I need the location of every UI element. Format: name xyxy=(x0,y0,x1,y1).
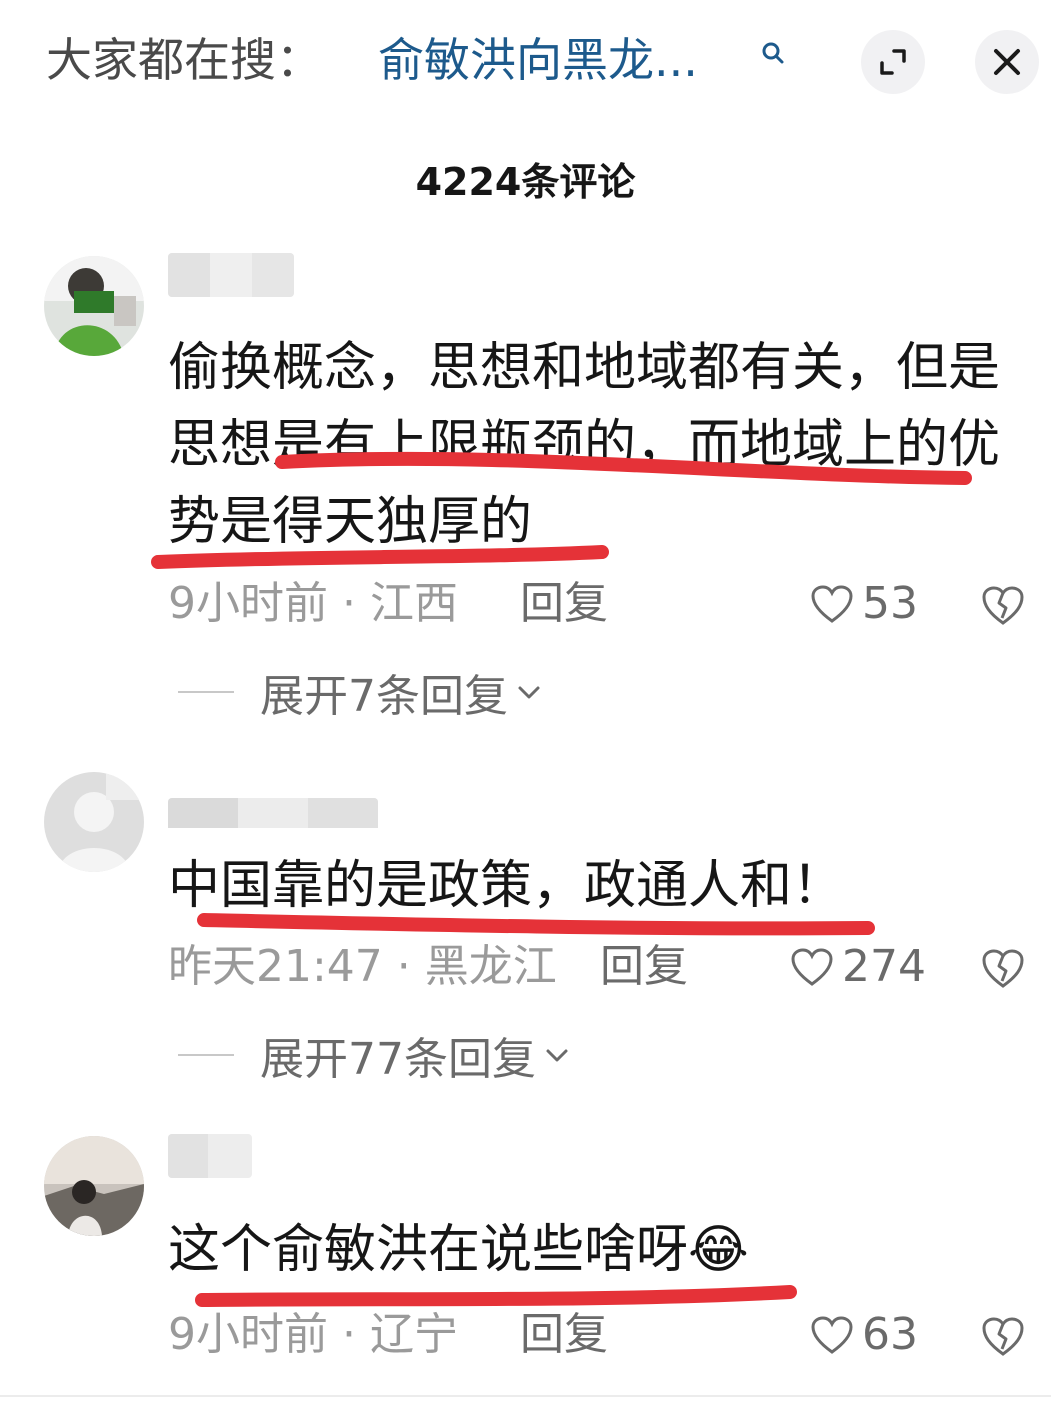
chevron-down-icon xyxy=(518,686,540,699)
reply-button[interactable]: 回复 xyxy=(600,937,688,997)
heart-icon xyxy=(791,948,833,986)
close-button[interactable] xyxy=(975,30,1039,94)
comment-text: 这个俞敏洪在说些啥呀😂 xyxy=(168,1212,1028,1289)
time-location: 9小时前 · 辽宁 xyxy=(168,1309,458,1360)
avatar[interactable] xyxy=(44,772,144,872)
like-count: 63 xyxy=(862,1309,918,1360)
broken-heart-icon[interactable] xyxy=(980,582,1026,628)
comment-text-content: 这个俞敏洪在说些啥呀 xyxy=(168,1220,689,1280)
expand-replies-button[interactable]: 展开7条回复 xyxy=(178,662,542,722)
reply-button[interactable]: 回复 xyxy=(520,1305,608,1365)
comment-text: 偷换概念，思想和地域都有关，但是思想是有上限瓶颈的，而地域上的优势是得天独厚的 xyxy=(168,338,1001,552)
expand-replies-button[interactable]: 展开77条回复 xyxy=(178,1025,570,1085)
search-icon[interactable] xyxy=(760,40,786,66)
top-bar: 大家都在搜： 俞敏洪向黑龙... xyxy=(0,0,1051,120)
reply-divider xyxy=(178,691,234,693)
time-location: 9小时前 · 江西 xyxy=(168,578,458,629)
laughing-tears-emoji: 😂 xyxy=(688,1220,749,1280)
like-button[interactable]: 53 xyxy=(810,574,918,634)
like-button[interactable]: 274 xyxy=(790,937,926,997)
heart-icon xyxy=(811,1316,853,1354)
search-prefix: 大家都在搜： xyxy=(46,33,322,87)
broken-heart-icon[interactable] xyxy=(980,1313,1026,1359)
comment-meta: 9小时前 · 江西 回复 53 xyxy=(168,574,1028,634)
search-query-link[interactable]: 俞敏洪向黑龙... xyxy=(378,28,698,92)
username-blurred[interactable] xyxy=(168,1134,252,1178)
like-count: 274 xyxy=(842,941,926,992)
expand-button[interactable] xyxy=(861,30,925,94)
avatar[interactable] xyxy=(44,256,144,356)
comment-meta: 昨天21:47 · 黑龙江 回复 274 xyxy=(168,937,1028,997)
like-button[interactable]: 63 xyxy=(810,1305,918,1365)
expand-replies-label: 展开7条回复 xyxy=(260,671,508,722)
comment-meta: 9小时前 · 辽宁 回复 63 xyxy=(168,1305,1028,1365)
username-blurred[interactable] xyxy=(168,253,294,297)
username-blurred[interactable] xyxy=(168,798,378,842)
heart-icon xyxy=(811,585,853,623)
comment-count-title: 4224条评论 xyxy=(415,160,636,204)
comment-text: 中国靠的是政策，政通人和！ xyxy=(168,856,845,916)
expand-replies-label: 展开77条回复 xyxy=(260,1034,536,1085)
reply-button[interactable]: 回复 xyxy=(520,574,608,634)
avatar[interactable] xyxy=(44,1136,144,1236)
expand-icon xyxy=(880,49,906,75)
time-location: 昨天21:47 · 黑龙江 xyxy=(168,941,557,992)
close-icon xyxy=(994,49,1020,75)
broken-heart-icon[interactable] xyxy=(980,945,1026,991)
bottom-divider xyxy=(0,1395,1051,1397)
reply-divider xyxy=(178,1054,234,1056)
chevron-down-icon xyxy=(546,1049,568,1062)
like-count: 53 xyxy=(862,578,918,629)
